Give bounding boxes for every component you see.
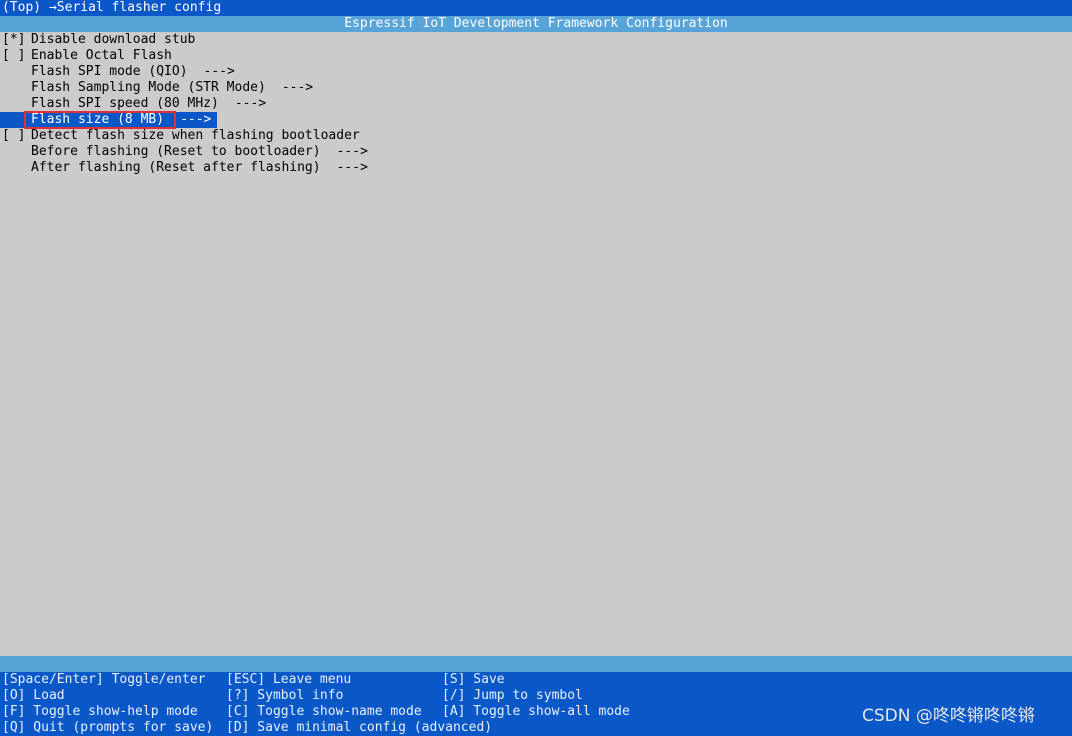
menu-item-label: Disable download stub [31, 32, 196, 47]
menu-item-label: Flash SPI speed (80 MHz) ---> [31, 96, 267, 111]
submenu-arrow-icon: ---> [336, 160, 368, 175]
menu-item-before-flashing[interactable]: Before flashing (Reset to bootloader) ---… [0, 144, 1072, 160]
submenu-arrow-icon: ---> [203, 64, 235, 79]
key-jump-to-symbol: [/] Jump to symbol [442, 688, 583, 703]
menu-item-enable-octal-flash[interactable]: [ ] Enable Octal Flash [0, 48, 1072, 64]
menu-item-label: Flash size (8 MB) ---> [31, 112, 212, 127]
key-esc: [ESC] Leave menu [226, 672, 352, 687]
submenu-arrow-icon: ---> [180, 112, 212, 127]
menu-item-label: Detect flash size when flashing bootload… [31, 128, 360, 143]
key-save: [S] Save [442, 672, 505, 687]
menu-item-label: Flash SPI mode (QIO) ---> [31, 64, 235, 79]
menu-item-flash-spi-speed[interactable]: Flash SPI speed (80 MHz) ---> [0, 96, 1072, 112]
key-space-enter: [Space/Enter] Toggle/enter [2, 672, 206, 687]
csdn-watermark: CSDN @咚咚锵咚咚锵 [862, 706, 1035, 726]
submenu-arrow-icon: ---> [281, 80, 314, 95]
key-help-panel: [Space/Enter] Toggle/enter [ESC] Leave m… [0, 672, 1072, 736]
bottom-separator-bar [0, 656, 1072, 672]
key-save-minimal: [D] Save minimal config (advanced) [226, 720, 493, 735]
menu-item-label: After flashing (Reset after flashing) ---… [31, 160, 368, 175]
submenu-arrow-icon: ---> [336, 144, 368, 159]
menu-item-label: Before flashing (Reset to bootloader) ---… [31, 144, 368, 159]
breadcrumb: (Top) →Serial flasher config [0, 0, 1072, 16]
app-title: Espressif IoT Development Framework Conf… [0, 16, 1072, 32]
key-toggle-all: [A] Toggle show-all mode [442, 704, 630, 719]
menu-item-flash-size[interactable]: Flash size (8 MB) ---> [0, 112, 217, 128]
menu-item-flash-spi-mode[interactable]: Flash SPI mode (QIO) ---> [0, 64, 1072, 80]
checkbox-checked[interactable]: [*] [2, 32, 25, 48]
key-toggle-help: [F] Toggle show-help mode [2, 704, 198, 719]
menu-item-after-flashing[interactable]: After flashing (Reset after flashing) ---… [0, 160, 1072, 176]
submenu-arrow-icon: ---> [234, 96, 267, 111]
menu-item-detect-flash-size[interactable]: [ ] Detect flash size when flashing boot… [0, 128, 1072, 144]
checkbox-unchecked[interactable]: [ ] [2, 48, 25, 64]
checkbox-unchecked[interactable]: [ ] [2, 128, 25, 144]
menu-item-flash-sampling-mode[interactable]: Flash Sampling Mode (STR Mode) ---> [0, 80, 1072, 96]
key-quit: [Q] Quit (prompts for save) [2, 720, 214, 735]
key-toggle-name: [C] Toggle show-name mode [226, 704, 422, 719]
menu-item-label: Flash Sampling Mode (STR Mode) ---> [31, 80, 314, 95]
menu-item-label: Enable Octal Flash [31, 48, 172, 63]
key-symbol-info: [?] Symbol info [226, 688, 344, 703]
menu-list: [*] Disable download stub [ ] Enable Oct… [0, 32, 1072, 656]
menu-item-disable-download-stub[interactable]: [*] Disable download stub [0, 32, 1072, 48]
key-load: [O] Load [2, 688, 65, 703]
